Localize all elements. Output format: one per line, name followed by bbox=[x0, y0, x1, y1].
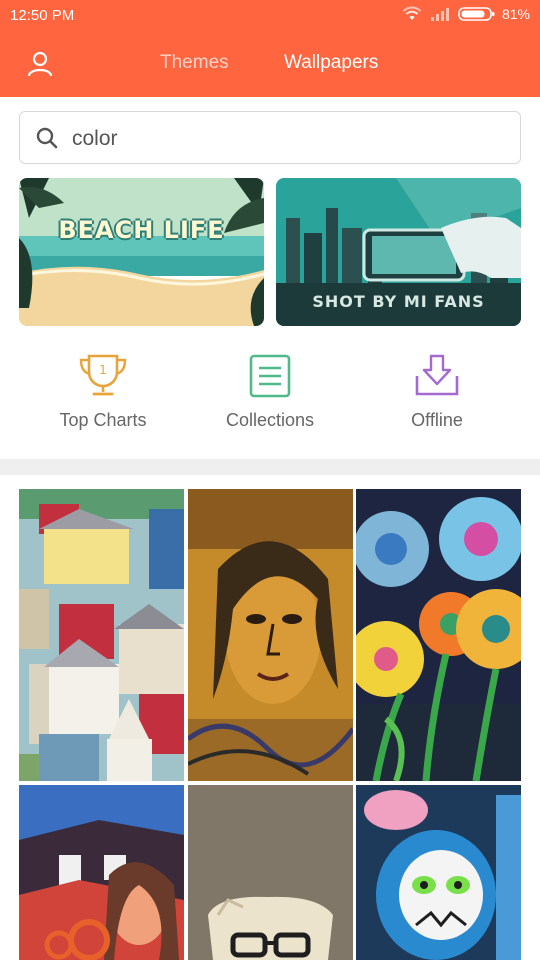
status-time: 12:50 PM bbox=[10, 7, 75, 24]
banner-title: SHOT BY MI FANS bbox=[312, 292, 485, 311]
tab-bar: Themes Wallpapers bbox=[0, 52, 540, 82]
list-icon bbox=[249, 354, 291, 398]
status-bar: 12:50 PM 81% bbox=[0, 0, 540, 30]
banner-shot-by-mi-fans[interactable]: SHOT BY MI FANS bbox=[276, 178, 521, 326]
paper-flowers-art bbox=[356, 489, 521, 781]
category-label: Top Charts bbox=[59, 410, 147, 430]
wallpaper-thumbnail[interactable] bbox=[188, 785, 353, 960]
app-header: 12:50 PM 81% Themes Wallpapers bbox=[0, 0, 540, 97]
trophy-icon: 1 bbox=[79, 354, 127, 396]
category-top-charts[interactable]: 1 Top Charts bbox=[23, 352, 183, 442]
banner-title: BEACH LIFE bbox=[58, 216, 225, 244]
wallpaper-thumbnail[interactable] bbox=[356, 489, 521, 781]
tab-wallpapers[interactable]: Wallpapers bbox=[284, 52, 378, 74]
category-offline[interactable]: Offline bbox=[357, 352, 517, 442]
mural-woman-octopus bbox=[19, 785, 184, 960]
category-collections[interactable]: Collections bbox=[190, 352, 350, 442]
wallpaper-thumbnail[interactable] bbox=[356, 785, 521, 960]
wifi-icon bbox=[402, 6, 422, 20]
signal-icon bbox=[430, 8, 449, 21]
category-label: Offline bbox=[411, 410, 463, 430]
colorful-houses-illustration bbox=[19, 489, 184, 781]
wallpaper-thumbnail[interactable] bbox=[19, 489, 184, 781]
status-icons: 81% bbox=[402, 6, 530, 22]
search-query-text: color bbox=[72, 127, 118, 150]
download-tray-icon bbox=[415, 354, 459, 396]
battery-icon bbox=[458, 7, 495, 21]
search-icon bbox=[36, 127, 58, 149]
beach-illustration bbox=[19, 178, 264, 326]
sculpture-bust-with-glasses bbox=[188, 785, 353, 960]
section-divider bbox=[0, 459, 540, 475]
tab-themes[interactable]: Themes bbox=[160, 52, 229, 74]
battery-percentage: 81% bbox=[501, 6, 530, 22]
svg-text:1: 1 bbox=[99, 363, 107, 377]
graffiti-monkey-skull bbox=[356, 785, 521, 960]
search-input[interactable]: color bbox=[19, 111, 521, 164]
banner-beach-life[interactable]: BEACH LIFE bbox=[19, 178, 264, 326]
category-label: Collections bbox=[225, 410, 315, 430]
wallpaper-thumbnail[interactable] bbox=[19, 785, 184, 960]
graffiti-woman-portrait bbox=[188, 489, 353, 781]
wallpaper-thumbnail[interactable] bbox=[188, 489, 353, 781]
